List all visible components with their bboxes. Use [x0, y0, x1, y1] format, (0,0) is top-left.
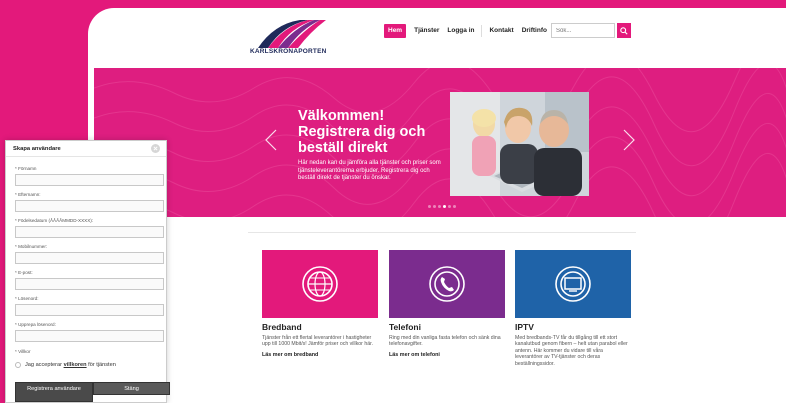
slider-dot[interactable] — [428, 205, 431, 208]
nav-separator — [481, 25, 483, 37]
repeat-password-label: * Upprepa lösenord: — [15, 322, 56, 327]
terms-prefix: Jag accepterar — [25, 362, 63, 368]
service-link-bredband[interactable]: Läs mer om bredband — [262, 352, 378, 358]
last-name-input[interactable] — [15, 200, 164, 212]
birthdate-label: * Födelsedatum (ÅÅÅÅMMDD-XXXX): — [15, 218, 94, 223]
create-user-dialog: Skapa användare * Förnamn * Efternamn: *… — [5, 140, 170, 403]
search-icon — [620, 26, 628, 35]
register-user-button[interactable]: Registrera användare — [15, 382, 93, 402]
slider-prev-icon[interactable] — [264, 128, 278, 152]
service-text: Med bredbands-TV får du tillgång till et… — [515, 335, 628, 367]
repeat-password-input[interactable] — [15, 330, 164, 342]
email-label: * E-post: — [15, 270, 33, 275]
last-name-label: * Efternamn: — [15, 192, 41, 197]
hero-text: Här nedan kan du jämföra alla tjänster o… — [298, 160, 441, 182]
dialog-header: Skapa användare — [6, 141, 166, 157]
service-image-iptv[interactable] — [515, 250, 631, 318]
search-input[interactable] — [551, 23, 615, 38]
main-nav: Hem Tjänster Logga in Kontakt Driftinfo — [384, 24, 551, 38]
terms-text: Jag accepterar villkoren för tjänsten — [25, 362, 116, 368]
first-name-label: * Förnamn — [15, 166, 37, 171]
hero-title: Välkommen! Registrera dig och beställ di… — [298, 108, 426, 156]
service-title: Telefoni — [389, 322, 421, 332]
search-button[interactable] — [617, 23, 631, 38]
nav-item-kontakt[interactable]: Kontakt — [485, 24, 517, 38]
slider-next-icon[interactable] — [622, 128, 636, 152]
phone-icon — [429, 266, 465, 302]
service-text: Ring med din vanliga fasta telefon och s… — [389, 335, 501, 348]
first-name-input[interactable] — [15, 174, 164, 186]
section-divider — [248, 232, 636, 233]
slider-dots — [428, 205, 456, 208]
nav-item-driftinfo[interactable]: Driftinfo — [518, 24, 551, 38]
service-link-telefoni[interactable]: Läs mer om telefoni — [389, 352, 505, 358]
terms-row: Jag accepterar villkoren för tjänsten — [15, 362, 116, 368]
slider-dot-active[interactable] — [443, 205, 446, 208]
mobile-input[interactable] — [15, 252, 164, 264]
karlskronaporten-logo[interactable]: KARLSKRONAPORTEN — [250, 18, 332, 56]
terms-link[interactable]: villkoren — [64, 362, 87, 368]
mobile-label: * Mobilnummer: — [15, 244, 48, 249]
site-header: KARLSKRONAPORTEN Hem Tjänster Logga in K… — [88, 8, 786, 66]
service-text: Tjänster från ett flertal leverantörer i… — [262, 335, 373, 348]
service-bredband: Bredband Tjänster från ett flertal lever… — [262, 250, 378, 358]
service-iptv: IPTV Med bredbands-TV får du tillgång ti… — [515, 250, 631, 367]
service-image-telefoni[interactable] — [389, 250, 505, 318]
email-input[interactable] — [15, 278, 164, 290]
password-input[interactable] — [15, 304, 164, 316]
terms-suffix: för tjänsten — [88, 362, 116, 368]
tv-icon — [555, 266, 591, 302]
hero-slider: Välkommen! Registrera dig och beställ di… — [94, 68, 786, 217]
birthdate-input[interactable] — [15, 226, 164, 238]
close-dialog-button[interactable]: Stäng — [93, 382, 170, 395]
terms-heading: * Villkor — [15, 349, 31, 354]
dialog-close-button[interactable] — [151, 144, 160, 153]
slider-dot[interactable] — [438, 205, 441, 208]
nav-item-logga-in[interactable]: Logga in — [443, 24, 478, 38]
slider-dot[interactable] — [433, 205, 436, 208]
terms-checkbox[interactable] — [15, 362, 21, 368]
nav-item-hem[interactable]: Hem — [384, 24, 407, 38]
website-window: KARLSKRONAPORTEN Hem Tjänster Logga in K… — [88, 8, 786, 403]
service-title: Bredband — [262, 322, 302, 332]
dialog-title: Skapa användare — [13, 146, 61, 152]
logo-text: KARLSKRONAPORTEN — [250, 48, 327, 55]
service-image-bredband[interactable] — [262, 250, 378, 318]
password-label: * Lösenord: — [15, 296, 39, 301]
service-telefoni: Telefoni Ring med din vanliga fasta tele… — [389, 250, 505, 358]
logo-stripes-icon — [258, 20, 326, 48]
family-photo — [450, 92, 589, 196]
slider-dot[interactable] — [453, 205, 456, 208]
globe-icon — [302, 266, 338, 302]
nav-item-tjanster[interactable]: Tjänster — [410, 24, 443, 38]
slider-dot[interactable] — [448, 205, 451, 208]
close-icon — [153, 146, 158, 151]
service-title: IPTV — [515, 322, 534, 332]
